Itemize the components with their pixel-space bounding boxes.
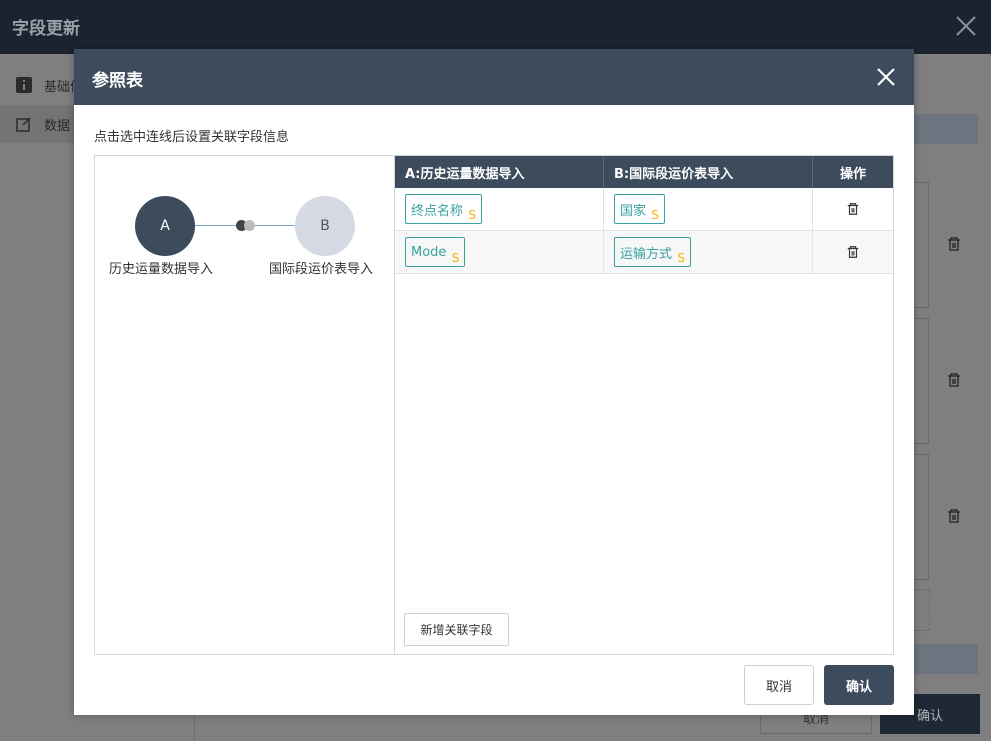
- table-header: A:历史运量数据导入 B:国际段运价表导入 操作: [395, 156, 893, 188]
- relation-graph: A B 历史运量数据导入 国际段运价表导入: [95, 156, 395, 654]
- field-name: 国家: [620, 203, 647, 219]
- field-name: 运输方式: [620, 246, 673, 262]
- outer-card: [914, 454, 929, 580]
- confirm-button[interactable]: 确认: [824, 665, 894, 705]
- outer-add-placeholder[interactable]: [914, 589, 930, 631]
- column-header-actions: 操作: [839, 166, 866, 182]
- table-cell: 运输方式 S: [604, 231, 813, 273]
- field-mapping-table: A:历史运量数据导入 B:国际段运价表导入 操作 终点名称 S 国家 S Mod…: [395, 156, 893, 274]
- outer-card: [914, 182, 929, 308]
- cancel-button[interactable]: 取消: [744, 665, 814, 705]
- table-row: 终点名称 S 国家 S: [395, 188, 893, 231]
- hint-text: 点击选中连线后设置关联字段信息: [94, 130, 290, 145]
- outer-card: [914, 318, 929, 444]
- dialog-title: 参照表: [92, 71, 143, 91]
- outer-trash-icon[interactable]: [946, 372, 962, 388]
- table-cell: Mode S: [395, 231, 604, 273]
- field-type: S: [677, 251, 686, 265]
- info-icon: [16, 77, 32, 93]
- node-a-label: 历史运量数据导入: [109, 262, 214, 277]
- add-relation-field-button[interactable]: 新增关联字段: [404, 613, 509, 646]
- link-handle[interactable]: [244, 220, 255, 231]
- node-b-label: 国际段运价表导入: [269, 262, 374, 277]
- column-header-b: B:国际段运价表导入: [604, 156, 813, 188]
- outer-section-bar: [914, 114, 978, 144]
- outer-section-bar: [914, 644, 978, 674]
- trash-icon[interactable]: [846, 202, 860, 216]
- field-name: 终点名称: [411, 203, 464, 219]
- table-row: Mode S 运输方式 S: [395, 231, 893, 274]
- field-type: S: [468, 208, 477, 222]
- field-name: Mode: [411, 244, 447, 260]
- edit-icon: [16, 116, 32, 132]
- table-cell: 终点名称 S: [395, 188, 604, 230]
- relation-panel: A B 历史运量数据导入 国际段运价表导入 A:历史运量数据导入 B:国际段运价…: [94, 155, 894, 655]
- table-cell: [813, 188, 893, 230]
- outer-sidebar-label: 数据: [44, 118, 71, 134]
- outer-trash-icon[interactable]: [946, 508, 962, 524]
- outer-close-icon[interactable]: [954, 14, 978, 38]
- table-cell: 国家 S: [604, 188, 813, 230]
- outer-header: 字段更新: [0, 0, 991, 54]
- outer-page-title: 字段更新: [12, 19, 80, 39]
- dialog-header: 参照表: [74, 49, 914, 105]
- node-a[interactable]: A: [135, 196, 195, 256]
- node-b[interactable]: B: [295, 196, 355, 256]
- trash-icon[interactable]: [846, 245, 860, 259]
- table-cell: [813, 231, 893, 273]
- field-chip[interactable]: 国家 S: [614, 194, 666, 224]
- field-chip[interactable]: 运输方式 S: [614, 237, 692, 267]
- field-type: S: [651, 208, 660, 222]
- close-icon[interactable]: [874, 65, 898, 89]
- field-chip[interactable]: 终点名称 S: [405, 194, 483, 224]
- field-type: S: [451, 251, 460, 265]
- field-chip[interactable]: Mode S: [405, 237, 466, 267]
- column-header-a: A:历史运量数据导入: [395, 156, 604, 188]
- reference-table-dialog: 参照表 点击选中连线后设置关联字段信息 A B 历史运量数据导入 国际段运价表导…: [74, 49, 914, 715]
- outer-trash-icon[interactable]: [946, 236, 962, 252]
